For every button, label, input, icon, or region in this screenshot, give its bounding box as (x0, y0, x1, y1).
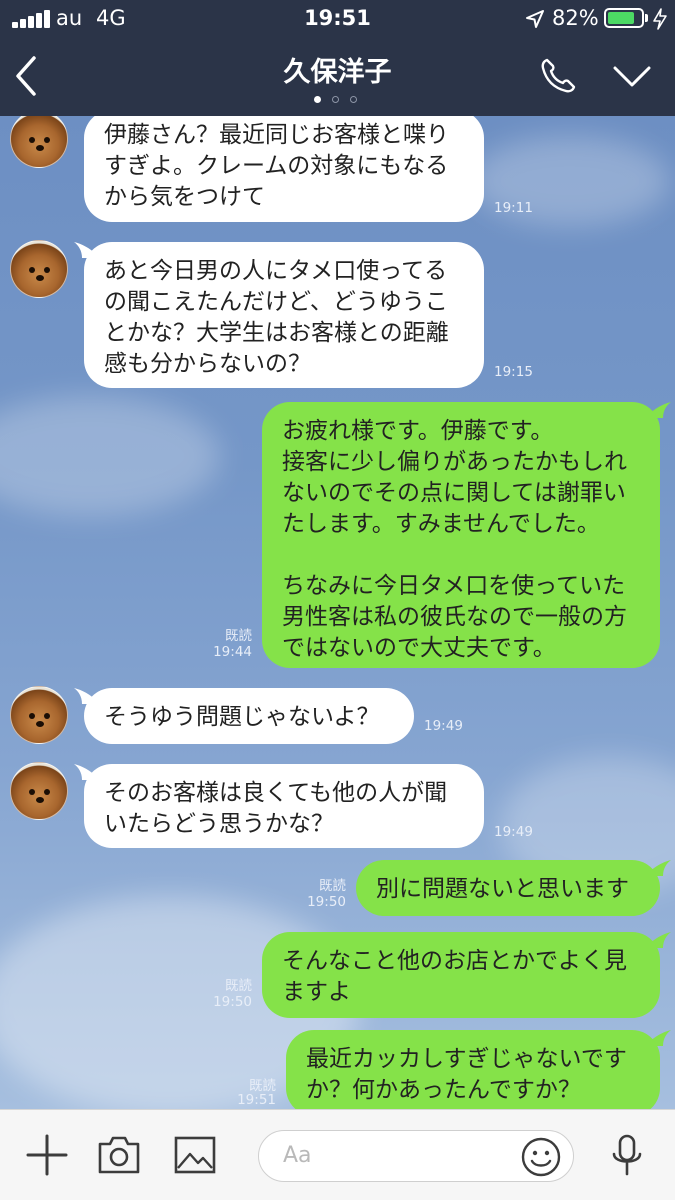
message-time: 19:51 (237, 1092, 276, 1108)
status-bar: au 4G 19:51 82% (0, 0, 675, 36)
page-dot (332, 96, 339, 103)
image-icon[interactable] (172, 1132, 218, 1178)
page-indicator (312, 96, 362, 104)
plus-icon[interactable] (24, 1132, 70, 1178)
background-cloud (0, 396, 220, 516)
chevron-down-icon[interactable] (612, 62, 652, 92)
incoming-message-bubble[interactable]: 伊藤さん？最近同じお客様と喋りすぎよ。クレームの対象にもなるから気をつけて (84, 116, 484, 222)
line-chat-screen: au 4G 19:51 82% 久保洋子 伊藤さん？最近同じお客様と喋りすぎよ。… (0, 0, 675, 1200)
emoji-icon[interactable] (520, 1136, 562, 1178)
incoming-message-bubble[interactable]: そうゆう問題じゃないよ？ (84, 688, 414, 744)
message-time: 19:50 (213, 994, 252, 1010)
battery-percent: 82% (552, 6, 599, 30)
page-dot (350, 96, 357, 103)
page-dot-active (314, 96, 321, 103)
read-receipt: 既読 (225, 978, 252, 994)
avatar[interactable] (10, 762, 68, 820)
charging-bolt-icon (653, 8, 667, 30)
read-receipt: 既読 (319, 878, 346, 894)
read-receipt: 既読 (249, 1078, 276, 1094)
incoming-message-bubble[interactable]: そのお客様は良くても他の人が聞いたらどう思うかな？ (84, 764, 484, 848)
chat-header: au 4G 19:51 82% 久保洋子 (0, 0, 675, 116)
outgoing-message-bubble[interactable]: お疲れ様です。伊藤です。 接客に少し偏りがあったかもしれないのでその点に関しては… (262, 402, 660, 668)
battery-icon (604, 8, 644, 28)
message-time: 19:50 (307, 894, 346, 910)
camera-icon[interactable] (96, 1132, 142, 1178)
message-input-bar: Aa (0, 1109, 675, 1200)
microphone-icon[interactable] (604, 1132, 650, 1178)
message-time: 19:11 (494, 200, 533, 216)
outgoing-message-bubble[interactable]: 別に問題ないと思います (356, 860, 660, 916)
phone-icon[interactable] (538, 56, 578, 96)
avatar[interactable] (10, 116, 68, 168)
message-time: 19:49 (494, 824, 533, 840)
message-time: 19:15 (494, 364, 533, 380)
message-time: 19:44 (213, 644, 252, 660)
avatar[interactable] (10, 240, 68, 298)
location-arrow-icon (526, 10, 544, 28)
outgoing-message-bubble[interactable]: そんなこと他のお店とかでよく見ますよ (262, 932, 660, 1018)
read-receipt: 既読 (225, 628, 252, 644)
message-time: 19:49 (424, 718, 463, 734)
outgoing-message-bubble[interactable]: 最近カッカしすぎじゃないですか？何かあったんですか？ (286, 1030, 660, 1109)
message-list[interactable]: 伊藤さん？最近同じお客様と喋りすぎよ。クレームの対象にもなるから気をつけて 19… (0, 116, 675, 1109)
incoming-message-bubble[interactable]: あと今日男の人にタメ口使ってるの聞こえたんだけど、どうゆうことかな？大学生はお客… (84, 242, 484, 388)
avatar[interactable] (10, 686, 68, 744)
battery-tip (645, 14, 648, 22)
